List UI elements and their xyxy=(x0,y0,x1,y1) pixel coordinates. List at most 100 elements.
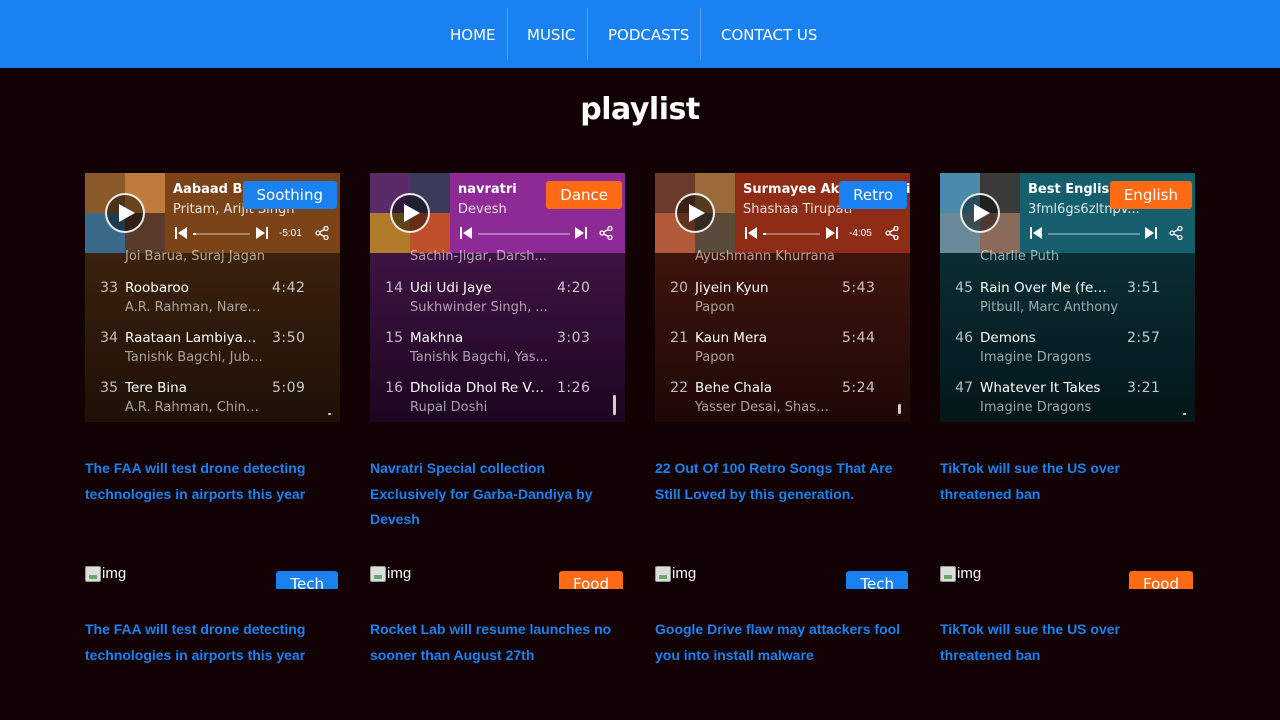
scrollbar-thumb[interactable] xyxy=(1183,413,1186,415)
article-title-link[interactable]: TikTok will sue the US over threatened b… xyxy=(940,617,1195,668)
tag-badge[interactable]: English xyxy=(1109,181,1192,209)
play-icon xyxy=(689,204,705,222)
track-row[interactable]: 20 Jiyein Kyun Papon 5:43 xyxy=(655,280,910,330)
track-number: 20 xyxy=(670,280,688,296)
share-icon[interactable] xyxy=(315,226,329,240)
nav-home-link[interactable]: HOME xyxy=(450,0,496,68)
track-row[interactable]: 22 Behe Chala Yasser Desai, Shash... 5:2… xyxy=(655,380,910,422)
play-button[interactable] xyxy=(390,193,430,233)
broken-image-icon xyxy=(85,566,101,582)
broken-image-icon xyxy=(370,566,386,582)
broken-image: img xyxy=(85,565,126,582)
play-icon xyxy=(119,204,135,222)
track-name: Udi Udi Jaye xyxy=(410,280,492,296)
track-row[interactable]: 35 Tere Bina A.R. Rahman, Chinm... 5:09 xyxy=(85,380,340,422)
play-button[interactable] xyxy=(105,193,145,233)
track-row[interactable]: 16 Dholida Dhol Re Va... Rupal Doshi 1:2… xyxy=(370,380,625,422)
article-title-link[interactable]: The FAA will test drone detecting techno… xyxy=(85,617,340,668)
track-list[interactable]: Ayushmann Khurrana 20 Jiyein Kyun Papon … xyxy=(655,249,910,422)
nav-podcasts-link[interactable]: PODCASTS xyxy=(608,0,689,68)
progress-bar[interactable] xyxy=(478,233,570,235)
next-track-icon[interactable] xyxy=(575,226,587,240)
track-row[interactable]: 14 Udi Udi Jaye Sukhwinder Singh, ... 4:… xyxy=(370,280,625,330)
track-name: Roobaroo xyxy=(125,280,189,296)
previous-track-icon[interactable] xyxy=(745,226,757,240)
nav-divider xyxy=(700,8,701,60)
tag-badge[interactable]: Soothing xyxy=(242,181,337,209)
share-icon[interactable] xyxy=(885,226,899,240)
next-track-icon[interactable] xyxy=(826,226,838,240)
playlist-title: navratri xyxy=(458,182,517,197)
track-duration: 4:20 xyxy=(557,280,591,296)
category-badge[interactable]: Food xyxy=(1129,571,1193,589)
track-artists: A.R. Rahman, Chinm... xyxy=(125,400,265,415)
category-badge[interactable]: Food xyxy=(559,571,623,589)
track-list[interactable]: Charlie Puth 45 Rain Over Me (feat. ... … xyxy=(940,249,1195,422)
playlist-caption-link[interactable]: TikTok will sue the US over threatened b… xyxy=(940,456,1195,507)
share-icon[interactable] xyxy=(1169,226,1183,240)
tag-badge[interactable]: Retro xyxy=(839,181,907,209)
article-thumbnail[interactable]: img Tech xyxy=(85,565,340,589)
track-number: 15 xyxy=(385,330,403,346)
next-track-icon[interactable] xyxy=(256,226,268,240)
player-header: navratri Devesh Dance xyxy=(370,173,625,253)
track-artists: Tanishk Bagchi, Jubi... xyxy=(125,350,265,365)
track-duration: 3:21 xyxy=(1127,380,1161,396)
track-name: Rain Over Me (feat. ... xyxy=(980,280,1115,296)
track-row[interactable]: 45 Rain Over Me (feat. ... Pitbull, Marc… xyxy=(940,280,1195,330)
track-row[interactable]: 34 Raataan Lambiyan (F... Tanishk Bagchi… xyxy=(85,330,340,380)
category-badge[interactable]: Tech xyxy=(846,571,908,589)
play-button[interactable] xyxy=(960,193,1000,233)
tag-badge[interactable]: Dance xyxy=(546,181,622,209)
previous-track-icon[interactable] xyxy=(460,226,472,240)
scrollbar-thumb[interactable] xyxy=(898,404,901,414)
playlist-card: Surmayee Akhiyon Mein Shashaa Tirupati R… xyxy=(655,173,910,422)
next-track-icon[interactable] xyxy=(1145,226,1157,240)
track-row[interactable]: 33 Roobaroo A.R. Rahman, Naresh... 4:42 xyxy=(85,280,340,330)
track-number: 14 xyxy=(385,280,403,296)
playlist-caption-link[interactable]: Navratri Special collection Exclusively … xyxy=(370,456,625,533)
track-artists: Sukhwinder Singh, ... xyxy=(410,300,548,315)
previous-track-icon[interactable] xyxy=(1030,226,1042,240)
track-artists: Yasser Desai, Shash... xyxy=(695,400,835,415)
article-thumbnail[interactable]: img Tech xyxy=(655,565,910,589)
image-alt-text: img xyxy=(957,565,982,582)
track-row[interactable]: 47 Whatever It Takes Imagine Dragons 3:2… xyxy=(940,380,1195,422)
image-alt-text: img xyxy=(672,565,697,582)
article-thumbnail[interactable]: img Food xyxy=(940,565,1195,589)
playlist-caption-link[interactable]: The FAA will test drone detecting techno… xyxy=(85,456,340,507)
article-title-link[interactable]: Rocket Lab will resume launches no soone… xyxy=(370,617,625,668)
top-navbar: HOME MUSIC PODCASTS CONTACT US xyxy=(0,0,1280,68)
share-icon[interactable] xyxy=(599,226,613,240)
scrollbar-thumb[interactable] xyxy=(613,395,616,415)
player-header: Best English songs 3fml6gs6zltnpv... Eng… xyxy=(940,173,1195,253)
nav-contact-link[interactable]: CONTACT US xyxy=(721,0,817,68)
image-alt-text: img xyxy=(387,565,412,582)
track-list[interactable]: Sachin-Jigar, Darsh... 14 Udi Udi Jaye S… xyxy=(370,249,625,422)
playlist-caption-link[interactable]: 22 Out Of 100 Retro Songs That Are Still… xyxy=(655,456,910,507)
playlist-card: Aabaad Barbaad Pritam, Arijit Singh Soot… xyxy=(85,173,340,422)
broken-image: img xyxy=(370,565,411,582)
progress-bar[interactable] xyxy=(763,233,820,235)
nav-music-link[interactable]: MUSIC xyxy=(527,0,575,68)
player-header: Surmayee Akhiyon Mein Shashaa Tirupati R… xyxy=(655,173,910,253)
track-artists: Ayushmann Khurrana xyxy=(695,249,835,264)
article-thumbnail[interactable]: img Food xyxy=(370,565,625,589)
play-button[interactable] xyxy=(675,193,715,233)
track-row[interactable]: 15 Makhna Tanishk Bagchi, Yas... 3:03 xyxy=(370,330,625,380)
progress-bar[interactable] xyxy=(193,233,250,235)
track-list[interactable]: Joi Barua, Suraj Jagan 33 Roobaroo A.R. … xyxy=(85,249,340,422)
track-number: 34 xyxy=(100,330,118,346)
previous-track-icon[interactable] xyxy=(175,226,187,240)
scrollbar-thumb[interactable] xyxy=(328,413,331,415)
progress-bar[interactable] xyxy=(1048,233,1140,235)
track-duration: 5:09 xyxy=(272,380,306,396)
track-row[interactable]: 46 Demons Imagine Dragons 2:57 xyxy=(940,330,1195,380)
page-title: playlist xyxy=(580,92,700,127)
article-title-link[interactable]: Google Drive flaw may attackers fool you… xyxy=(655,617,910,668)
track-artists: Pitbull, Marc Anthony xyxy=(980,300,1119,315)
category-badge[interactable]: Tech xyxy=(276,571,338,589)
track-row[interactable]: 21 Kaun Mera Papon 5:44 xyxy=(655,330,910,380)
track-number: 47 xyxy=(955,380,973,396)
track-duration: 5:43 xyxy=(842,280,876,296)
